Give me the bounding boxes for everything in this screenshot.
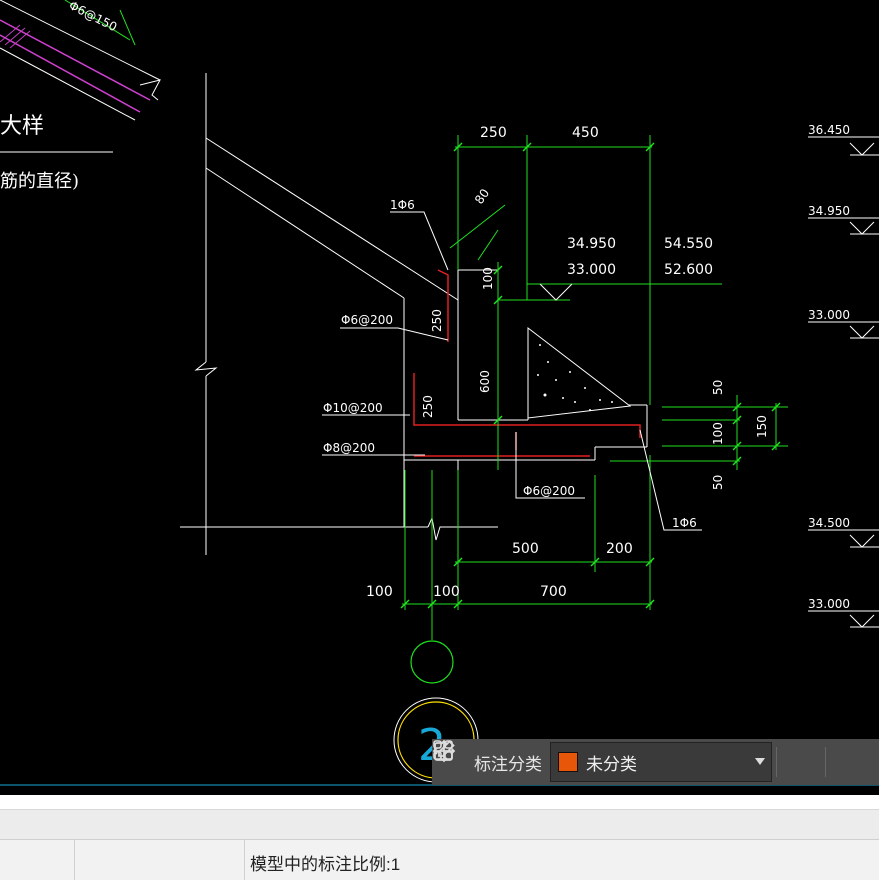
level-mark-4: 34.500 xyxy=(808,516,850,530)
dim-top-450: 450 xyxy=(572,125,599,141)
rebar-label-6: 1Φ6 xyxy=(672,516,697,530)
elev-34950: 34.950 xyxy=(567,236,616,252)
dim-angle-80: 80 xyxy=(472,186,492,207)
elev-52600: 52.600 xyxy=(664,262,713,278)
rebar-label-4: Φ8@200 xyxy=(323,441,375,455)
annotation-scale-status: 模型中的标注比例:1 xyxy=(250,855,401,874)
dim-bottom-700: 700 xyxy=(540,584,567,600)
dim-v-600: 600 xyxy=(478,370,492,393)
annotation-category-label: 标注分类 xyxy=(474,754,542,774)
status-bar: 模型中的标注比例:1 xyxy=(0,839,879,880)
dim-right-150: 150 xyxy=(755,415,769,438)
toolbar-divider xyxy=(776,747,777,777)
category-selected-value: 未分类 xyxy=(586,754,637,774)
top-rebar-label: Φ6@150 xyxy=(67,0,120,34)
dim-top-250: 250 xyxy=(480,125,507,141)
elev-33000: 33.000 xyxy=(567,262,616,278)
dim-right-50a: 50 xyxy=(711,380,725,395)
dim-bottom-500: 500 xyxy=(512,541,539,557)
drawing-canvas[interactable]: Φ6@150 大样 筋的直径) 250 450 80 100 250 600 2… xyxy=(0,0,879,795)
dim-bottom-100b: 100 xyxy=(433,584,460,600)
dim-bottom-100a: 100 xyxy=(366,584,393,600)
dim-v-250a: 250 xyxy=(430,309,444,332)
level-mark-3: 33.000 xyxy=(808,308,850,322)
chevron-down-icon xyxy=(755,758,765,765)
annotation-toolbar: 标注分类 未分类 xyxy=(432,739,879,785)
status-cell-2[interactable] xyxy=(74,840,245,880)
dim-v-250b: 250 xyxy=(421,395,435,418)
edit-icon[interactable] xyxy=(434,739,821,785)
dim-right-50b: 50 xyxy=(711,475,725,490)
cad-drawing: Φ6@150 大样 筋的直径) 250 450 80 100 250 600 2… xyxy=(0,0,879,786)
dim-bottom-200: 200 xyxy=(606,541,633,557)
status-cell-1[interactable] xyxy=(0,840,75,880)
level-mark-5: 33.000 xyxy=(808,597,850,611)
level-mark-1: 36.450 xyxy=(808,123,850,137)
detail-title: 大样 xyxy=(0,114,44,139)
rebar-label-3: Φ10@200 xyxy=(323,401,383,415)
detail-subtitle: 筋的直径) xyxy=(0,171,79,192)
rebar-label-5: Φ6@200 xyxy=(523,484,575,498)
canvas-bottom-margin xyxy=(0,795,879,809)
command-line-area[interactable] xyxy=(0,809,879,840)
move-icon[interactable] xyxy=(432,739,870,785)
annotation-category-select[interactable]: 未分类 xyxy=(550,742,772,782)
elev-54550: 54.550 xyxy=(664,236,713,252)
toolbar-divider-2 xyxy=(825,747,826,777)
level-mark-2: 34.950 xyxy=(808,204,850,218)
rebar-label-1: 1Φ6 xyxy=(390,198,415,212)
rebar-label-2: Φ6@200 xyxy=(341,313,393,327)
dim-v-100: 100 xyxy=(481,267,495,290)
category-color-swatch xyxy=(558,752,578,772)
dim-right-100: 100 xyxy=(711,422,725,445)
